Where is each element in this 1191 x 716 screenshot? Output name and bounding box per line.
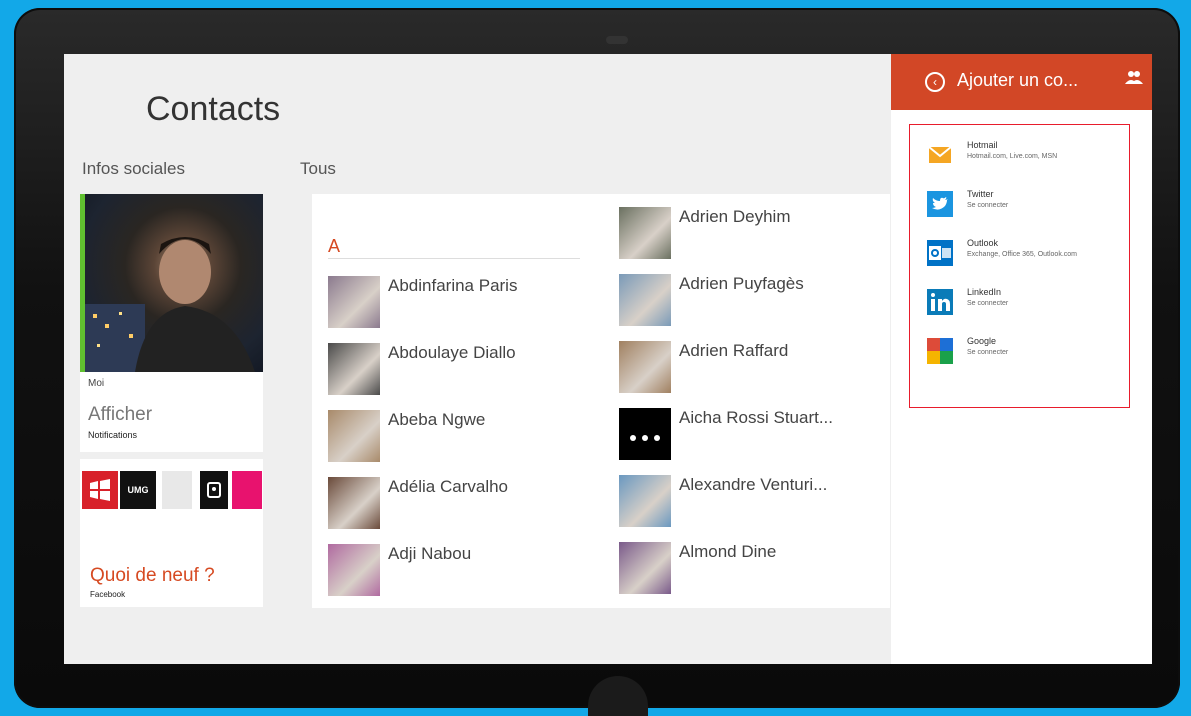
magenta-logo-icon bbox=[232, 471, 262, 509]
me-sub: Notifications bbox=[88, 430, 138, 440]
avatar bbox=[619, 274, 671, 326]
account-subtitle: Se connecter bbox=[967, 202, 1009, 209]
contact-item[interactable]: Adélia Carvalho bbox=[328, 477, 598, 531]
contact-name: Adélia Carvalho bbox=[388, 477, 509, 496]
umg-logo-text: UMG bbox=[127, 485, 149, 495]
windows-logo-icon bbox=[82, 471, 118, 509]
account-subtitle: Se connecter bbox=[967, 349, 1009, 356]
me-photo bbox=[80, 194, 263, 372]
contact-name: Abeba Ngwe bbox=[388, 410, 486, 429]
contact-item[interactable]: Abeba Ngwe bbox=[328, 410, 598, 464]
account-subtitle: Hotmail.com, Live.com, MSN bbox=[967, 153, 1058, 160]
r-logo-icon bbox=[200, 471, 228, 509]
windows-button[interactable] bbox=[588, 676, 648, 716]
outlook-icon bbox=[927, 240, 953, 266]
account-google[interactable]: Google Se connecter bbox=[927, 336, 1137, 380]
group-letter-a[interactable]: A bbox=[328, 236, 340, 257]
contact-name: Adrien Deyhim bbox=[679, 207, 791, 226]
page-title: Contacts bbox=[146, 90, 281, 128]
add-contact-flyout: ‹ Ajouter un co... Hotmail Hotmail.com, L… bbox=[891, 54, 1152, 664]
whats-new-sub: Facebook bbox=[90, 590, 126, 599]
back-arrow-icon[interactable]: ‹ bbox=[925, 72, 945, 92]
me-tile[interactable]: Moi Afficher Notifications bbox=[80, 194, 263, 452]
account-name: Outlook bbox=[967, 238, 999, 248]
account-name: Twitter bbox=[967, 189, 994, 199]
account-name: LinkedIn bbox=[967, 287, 1002, 297]
section-social-heading[interactable]: Infos sociales bbox=[82, 159, 185, 179]
avatar bbox=[619, 408, 671, 460]
account-name: Hotmail bbox=[967, 140, 998, 150]
contact-name: Almond Dine bbox=[679, 542, 777, 561]
contact-item[interactable]: Adrien Puyfagès bbox=[619, 274, 889, 328]
contact-name: Aicha Rossi Stuart... bbox=[679, 408, 834, 427]
contact-item[interactable]: Abdoulaye Diallo bbox=[328, 343, 598, 397]
whats-new-tile[interactable]: UMG Quoi de neuf ? Facebook bbox=[80, 459, 263, 607]
people-icon[interactable] bbox=[1125, 70, 1143, 88]
google-icon bbox=[927, 338, 953, 364]
account-twitter[interactable]: Twitter Se connecter bbox=[927, 189, 1137, 233]
flyout-title: Ajouter un co... bbox=[957, 70, 1079, 90]
camera bbox=[606, 36, 628, 44]
screen: Contacts Infos sociales Tous Moi Affiche… bbox=[64, 54, 1152, 664]
contact-item[interactable]: Alexandre Venturi... bbox=[619, 475, 889, 529]
avatar bbox=[619, 207, 671, 259]
section-all-heading[interactable]: Tous bbox=[300, 159, 336, 179]
group-divider bbox=[328, 258, 580, 259]
avatar bbox=[619, 475, 671, 527]
account-name: Google bbox=[967, 336, 997, 346]
contact-item[interactable]: Abdinfarina Paris bbox=[328, 276, 598, 330]
envelope-icon bbox=[927, 142, 953, 168]
news-logos: UMG bbox=[80, 471, 263, 511]
contact-name: Abdoulaye Diallo bbox=[388, 343, 516, 362]
twitter-icon bbox=[927, 191, 953, 217]
contact-name: Abdinfarina Paris bbox=[388, 276, 518, 295]
avatar bbox=[328, 343, 380, 395]
linkedin-icon bbox=[927, 289, 953, 315]
avatar bbox=[619, 542, 671, 594]
account-outlook[interactable]: Outlook Exchange, Office 365, Outlook.com bbox=[927, 238, 1137, 282]
contact-item[interactable]: Adrien Deyhim bbox=[619, 207, 889, 261]
umg-logo-icon: UMG bbox=[120, 471, 156, 509]
contact-item[interactable]: Almond Dine bbox=[619, 542, 889, 596]
contact-item[interactable]: Adrien Raffard bbox=[619, 341, 889, 395]
whats-new-title: Quoi de neuf ? bbox=[90, 565, 215, 586]
me-action: Afficher bbox=[88, 404, 153, 425]
contact-item[interactable]: Adji Nabou bbox=[328, 544, 598, 598]
me-label: Moi bbox=[88, 378, 105, 389]
account-subtitle: Se connecter bbox=[967, 300, 1009, 307]
avatar bbox=[328, 477, 380, 529]
contact-list-panel: A Abdinfarina Paris Abdoulaye Diallo Abeba… bbox=[312, 194, 890, 608]
contact-item[interactable]: Aicha Rossi Stuart... bbox=[619, 408, 889, 462]
avatar bbox=[619, 341, 671, 393]
avatar bbox=[328, 544, 380, 596]
avatar bbox=[328, 276, 380, 328]
avatar bbox=[328, 410, 380, 462]
flyout-header: ‹ Ajouter un co... bbox=[891, 54, 1152, 110]
contact-name: Adrien Puyfagès bbox=[679, 274, 804, 293]
account-hotmail[interactable]: Hotmail Hotmail.com, Live.com, MSN bbox=[927, 140, 1137, 184]
contact-name: Adrien Raffard bbox=[679, 341, 789, 360]
faded-logo-icon bbox=[162, 471, 192, 509]
account-linkedin[interactable]: LinkedIn Se connecter bbox=[927, 287, 1137, 331]
account-subtitle: Exchange, Office 365, Outlook.com bbox=[967, 251, 1077, 258]
contact-name: Adji Nabou bbox=[388, 544, 472, 563]
contact-name: Alexandre Venturi... bbox=[679, 475, 828, 494]
